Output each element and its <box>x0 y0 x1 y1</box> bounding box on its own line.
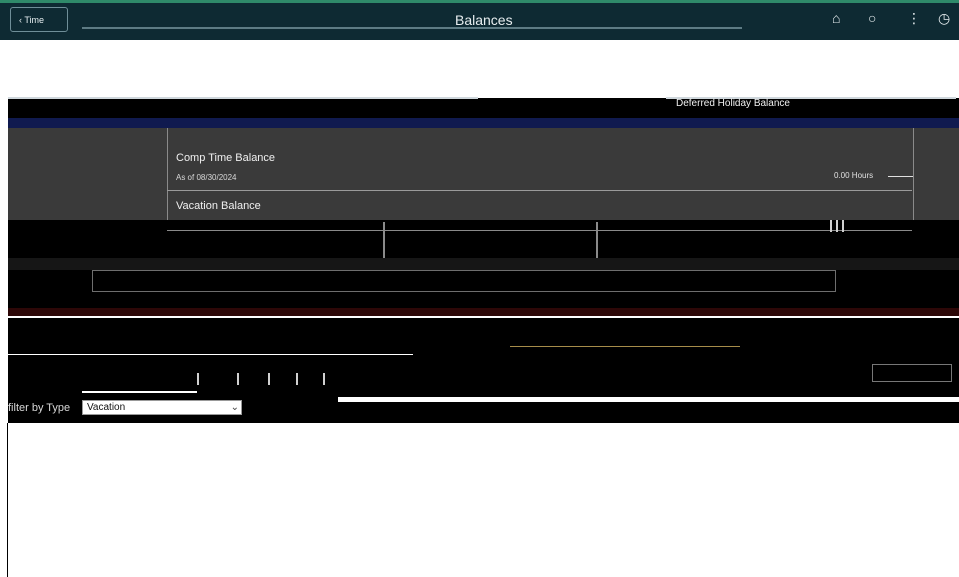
pager-tick[interactable] <box>323 373 325 385</box>
home-icon[interactable]: ⌂ <box>832 10 840 26</box>
forward-underline <box>510 346 740 347</box>
back-chevron-icon: ‹ <box>19 15 22 25</box>
page-title: Balances <box>455 12 513 28</box>
row-line <box>167 230 912 231</box>
row-divider <box>596 222 598 260</box>
balance-card <box>167 128 914 220</box>
row-tick <box>836 220 838 232</box>
filter-type-select[interactable]: Vacation ⌄ <box>82 400 242 415</box>
status-row <box>8 258 959 270</box>
action-button[interactable] <box>872 364 952 382</box>
divider-line <box>82 391 197 393</box>
balance-card-divider <box>167 190 912 191</box>
pager-tick[interactable] <box>296 373 298 385</box>
warning-strip <box>8 308 959 316</box>
left-border <box>7 423 8 577</box>
more-icon[interactable]: ⋮ <box>907 10 921 27</box>
back-button[interactable]: ‹ Time <box>10 7 68 32</box>
comp-time-value: 0.00 Hours <box>834 171 874 180</box>
blue-strip <box>8 118 959 128</box>
divider-line <box>8 316 959 318</box>
divider-line <box>338 397 959 402</box>
pager-tick[interactable] <box>237 373 239 385</box>
row-tick <box>842 220 844 232</box>
deferred-holiday-title: Deferred Holiday Balance <box>676 98 790 109</box>
compass-icon[interactable]: ◷ <box>938 10 950 27</box>
header-accent-bar <box>0 0 959 3</box>
pager-tick[interactable] <box>268 373 270 385</box>
top-divider-left <box>8 97 478 99</box>
row-divider <box>383 222 385 260</box>
divider-line <box>8 354 413 355</box>
comp-time-title: Comp Time Balance <box>176 152 276 164</box>
comp-time-dash <box>888 176 913 177</box>
comp-time-asof: As of 08/30/2024 <box>176 173 237 182</box>
chevron-down-icon: ⌄ <box>230 402 239 413</box>
row-tick <box>830 220 832 232</box>
filter-selected-value: Vacation <box>87 402 126 413</box>
secondary-card <box>92 270 836 292</box>
filter-type-label: filter by Type <box>8 402 71 414</box>
pager-tick[interactable] <box>197 373 199 385</box>
vacation-title: Vacation Balance <box>176 200 261 212</box>
search-icon[interactable]: ○ <box>868 10 876 26</box>
back-label: Time <box>24 15 45 25</box>
header-divider <box>82 27 742 29</box>
